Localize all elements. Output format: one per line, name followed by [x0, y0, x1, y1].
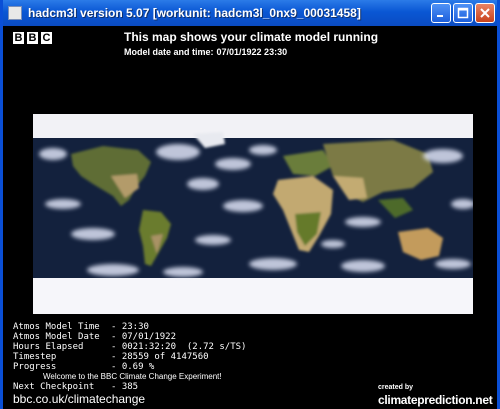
stat-label: Atmos Model Date: [13, 332, 100, 342]
stat-label: Progress: [13, 362, 57, 372]
north-ice: [33, 114, 473, 138]
minimize-button[interactable]: [431, 3, 451, 23]
maximize-icon: [457, 7, 469, 19]
minimize-icon: [437, 15, 443, 17]
window-title: hadcm3l version 5.07 [workunit: hadcm3l_…: [28, 6, 361, 20]
stat-row: Atmos Model Date - 07/01/1922: [13, 332, 246, 342]
app-icon: [8, 6, 22, 20]
checkpoint-value: - 385: [111, 382, 139, 392]
stat-label: Hours Elapsed: [13, 342, 84, 352]
title-bar[interactable]: hadcm3l version 5.07 [workunit: hadcm3l_…: [3, 0, 497, 26]
stat-value: - 0.69 %: [111, 362, 155, 372]
bbc-link[interactable]: bbc.co.uk/climatechange: [13, 392, 145, 406]
stat-row: Progress - 0.69 %: [13, 362, 246, 372]
climateprediction-link[interactable]: climateprediction.net: [378, 393, 493, 407]
created-by-label: created by: [378, 384, 414, 391]
bbc-logo-letter: C: [41, 32, 52, 44]
window-controls: [431, 3, 495, 23]
app-window: hadcm3l version 5.07 [workunit: hadcm3l_…: [0, 0, 500, 409]
close-button[interactable]: [475, 3, 495, 23]
stat-row: Hours Elapsed - 0021:32:20 (2.72 s/TS): [13, 342, 246, 352]
maximize-button[interactable]: [453, 3, 473, 23]
bbc-logo: B B C: [13, 32, 52, 44]
stats-panel: Atmos Model Time - 23:30 Atmos Model Date…: [13, 322, 246, 372]
model-date-line: Model date and time: 07/01/1922 23:30: [124, 47, 290, 57]
south-ice: [33, 278, 473, 314]
checkpoint-label: Next Checkpoint: [13, 382, 95, 392]
bbc-logo-letter: B: [13, 32, 24, 44]
stat-label: Atmos Model Time: [13, 322, 100, 332]
stat-row: Atmos Model Time - 23:30: [13, 322, 246, 332]
stat-value: - 07/01/1922: [111, 332, 177, 342]
model-view: B B C This map shows your climate model …: [3, 26, 497, 409]
stat-value: - 23:30: [111, 322, 149, 332]
stat-value: - 0021:32:20 (2.72 s/TS): [111, 342, 247, 352]
model-date-label: Model date and time:: [124, 47, 214, 57]
bbc-logo-letter: B: [27, 32, 38, 44]
page-title: This map shows your climate model runnin…: [124, 30, 379, 44]
model-date-value: 07/01/1922 23:30: [216, 47, 288, 57]
stat-row: Timestep - 28559 of 4147560: [13, 352, 246, 362]
world-map: [33, 114, 473, 314]
close-icon: [480, 8, 490, 18]
stat-value: - 28559 of 4147560: [111, 352, 209, 362]
welcome-message: Welcome to the BBC Climate Change Experi…: [43, 372, 222, 381]
stat-label: Timestep: [13, 352, 57, 362]
checkpoint-row: Next Checkpoint - 385: [13, 382, 138, 392]
